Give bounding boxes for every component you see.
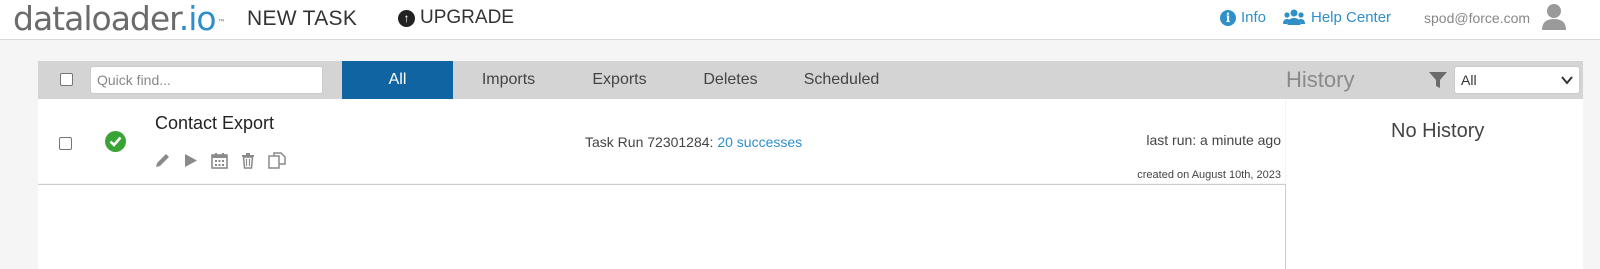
history-filter-select[interactable]: All: [1454, 66, 1580, 94]
task-filter-bar: All Imports Exports Deletes Scheduled Hi…: [38, 61, 1583, 99]
history-filter-value: All: [1461, 72, 1477, 88]
filter-icon: [1429, 72, 1447, 88]
task-actions: [154, 152, 298, 169]
edit-icon[interactable]: [154, 152, 171, 169]
delete-icon[interactable]: [240, 152, 256, 169]
dataloader-logo[interactable]: dataloader.io ™: [13, 0, 226, 40]
quick-find-input[interactable]: [90, 66, 323, 94]
task-run-successes-link[interactable]: 20 successes: [717, 134, 802, 150]
new-task-link[interactable]: NEW TASK: [247, 7, 357, 31]
info-label: Info: [1241, 9, 1267, 26]
upgrade-link[interactable]: ↑ UPGRADE: [398, 7, 514, 29]
help-center-label: Help Center: [1311, 9, 1392, 26]
tab-scheduled[interactable]: Scheduled: [786, 61, 897, 99]
success-check-icon: [105, 131, 126, 152]
tab-imports[interactable]: Imports: [453, 61, 564, 99]
tab-exports[interactable]: Exports: [564, 61, 675, 99]
task-run-status: Task Run 72301284: 20 successes: [585, 134, 802, 150]
user-avatar-icon[interactable]: [1541, 3, 1567, 31]
task-row-checkbox[interactable]: [59, 137, 72, 150]
user-email[interactable]: spod@force.com: [1424, 10, 1530, 26]
no-history-text: No History: [1391, 120, 1485, 142]
copy-icon[interactable]: [268, 152, 286, 169]
info-icon: i: [1220, 9, 1236, 26]
upgrade-label: UPGRADE: [420, 7, 514, 28]
task-run-label: Task Run 72301284:: [585, 134, 718, 150]
help-center-link[interactable]: Help Center: [1283, 9, 1391, 26]
top-header: dataloader.io ™ NEW TASK ↑ UPGRADE i Info…: [0, 0, 1600, 40]
history-heading: History: [1286, 67, 1355, 92]
task-name[interactable]: Contact Export: [155, 113, 274, 134]
chevron-down-icon: [1561, 76, 1573, 85]
task-detail-panel: [38, 184, 1286, 269]
info-link[interactable]: i Info: [1220, 9, 1266, 26]
tab-all[interactable]: All: [342, 61, 453, 99]
select-all-checkbox[interactable]: [60, 73, 73, 86]
tab-deletes[interactable]: Deletes: [675, 61, 786, 99]
last-run-text: last run: a minute ago: [1146, 132, 1281, 148]
users-icon: [1283, 9, 1305, 25]
run-icon[interactable]: [183, 152, 199, 169]
arrow-up-circle-icon: ↑: [398, 9, 415, 27]
created-on-text: created on August 10th, 2023: [1137, 169, 1281, 181]
schedule-icon[interactable]: [211, 152, 228, 169]
